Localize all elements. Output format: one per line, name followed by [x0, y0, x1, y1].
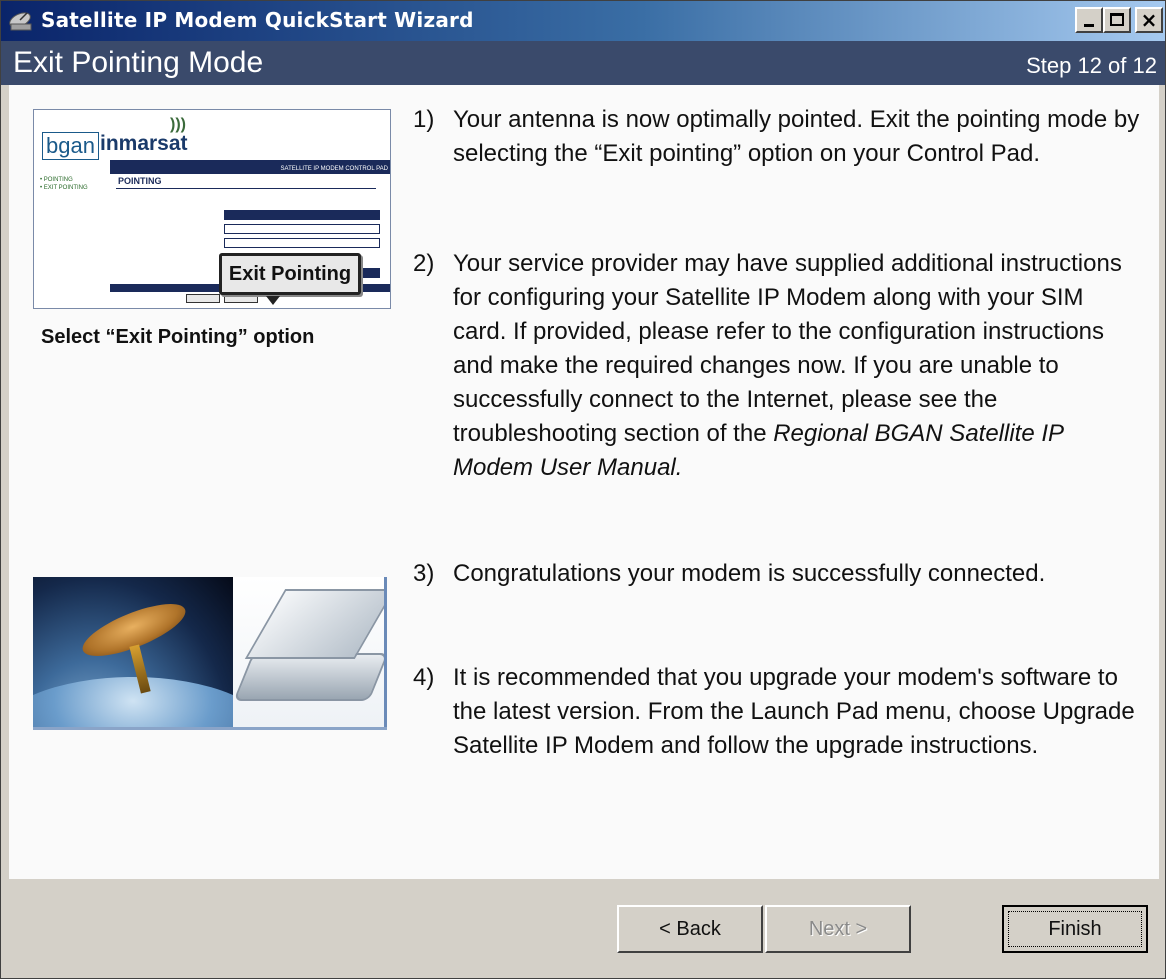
callout-arrow-icon [266, 296, 280, 305]
wizard-window: Satellite IP Modem QuickStart Wizard × E… [0, 0, 1166, 979]
photo-border [33, 727, 387, 730]
page-header: Exit Pointing Mode Step 12 of 12 [1, 41, 1165, 85]
control-pad-banner: SATELLITE IP MODEM CONTROL PAD [110, 164, 390, 174]
window-title: Satellite IP Modem QuickStart Wizard [41, 8, 474, 32]
back-button[interactable]: < Back [617, 905, 763, 953]
nav-item-exit-pointing: • EXIT POINTING [40, 185, 88, 191]
step-text: Your service provider may have supplied … [453, 247, 1143, 485]
close-button[interactable]: × [1135, 7, 1163, 33]
photo-border [384, 577, 387, 727]
modem-base [233, 653, 385, 701]
screenshot-caption: Select “Exit Pointing” option [41, 326, 315, 348]
step-number: 2) [413, 250, 435, 277]
step-number: 4) [413, 664, 435, 691]
next-button[interactable]: Next > [765, 905, 911, 953]
control-pad-screenshot: ))) bgan inmarsat SATELLITE IP MODEM CON… [33, 109, 391, 309]
button-bar: < Back Next > Finish [1, 879, 1165, 978]
satellite-and-modem-image [33, 577, 385, 727]
minimize-icon [1084, 24, 1094, 27]
mini-button [224, 294, 258, 303]
form-row-bar [224, 210, 380, 220]
nav-item-pointing: • POINTING [40, 177, 73, 183]
finish-button[interactable]: Finish [1002, 905, 1148, 953]
section-rule [116, 188, 376, 189]
form-row-field [224, 224, 380, 234]
step-text: Your antenna is now optimally pointed. E… [453, 106, 1140, 167]
content-area: ))) bgan inmarsat SATELLITE IP MODEM CON… [9, 85, 1159, 879]
section-title: POINTING [118, 176, 162, 186]
minimize-button[interactable] [1075, 7, 1103, 33]
inmarsat-logo: inmarsat [100, 132, 188, 155]
step-number: 3) [413, 560, 435, 587]
finish-button-label: Finish [1048, 918, 1102, 940]
bgan-logo: bgan [42, 132, 99, 160]
maximize-button[interactable] [1103, 7, 1131, 33]
control-pad-nav: • POINTING • EXIT POINTING [40, 176, 88, 192]
satellite-dish-icon [9, 12, 32, 31]
maximize-icon [1110, 13, 1124, 26]
exit-pointing-callout: Exit Pointing [219, 253, 361, 295]
step-indicator: Step 12 of 12 [1026, 53, 1157, 78]
step-text-body: Your service provider may have supplied … [453, 250, 1122, 447]
title-bar[interactable]: Satellite IP Modem QuickStart Wizard × [1, 1, 1165, 41]
step-text: It is recommended that you upgrade your … [453, 664, 1135, 759]
close-icon: × [1140, 8, 1158, 32]
form-row-field [224, 238, 380, 248]
step-number: 1) [413, 106, 435, 133]
page-title: Exit Pointing Mode [13, 46, 264, 79]
step-text: Congratulations your modem is successful… [453, 560, 1046, 587]
mini-button [186, 294, 220, 303]
